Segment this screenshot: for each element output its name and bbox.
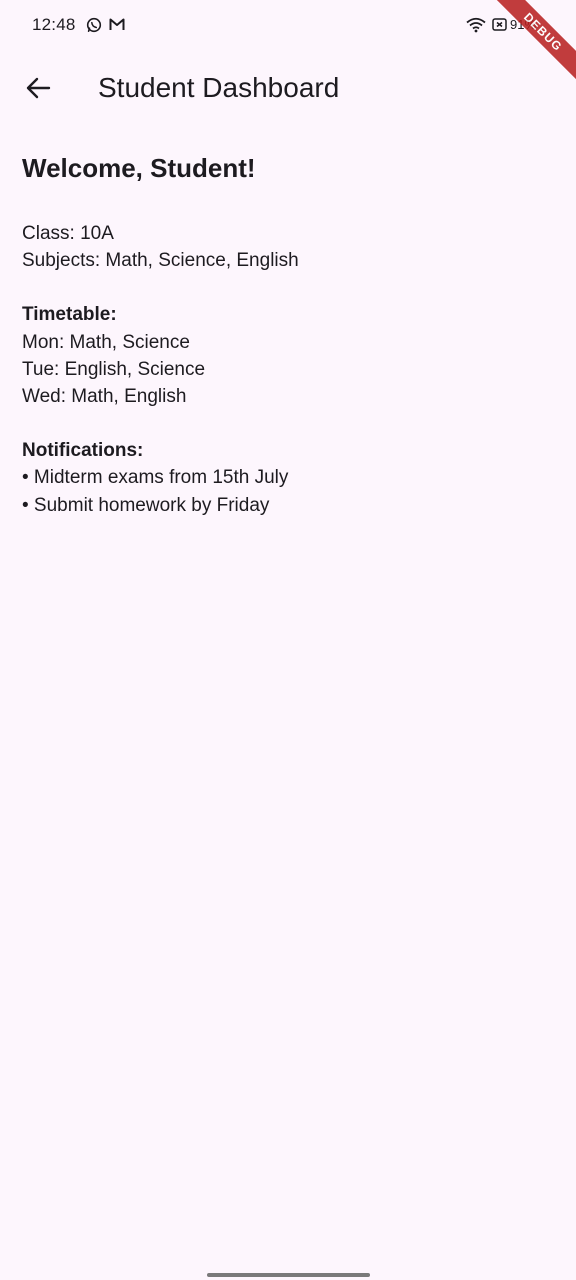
gmail-icon <box>109 18 125 36</box>
class-info: Class: 10A <box>22 223 114 244</box>
timetable-row: Tue: English, Science <box>22 358 206 380</box>
whatsapp-icon <box>86 17 102 38</box>
timetable-heading: Timetable: <box>22 304 117 326</box>
notification-item: • Midterm exams from 15th July <box>22 467 289 489</box>
student-dashboard-screen: 12:48 DEBUG Student Dashboard Welcome, S… <box>0 0 576 1280</box>
arrow-left-icon <box>25 76 51 105</box>
app-bar: Student Dashboard <box>0 50 576 128</box>
status-time: 12:48 <box>32 15 76 34</box>
welcome-heading: Welcome, Student! <box>22 153 256 183</box>
timetable-row: Mon: Math, Science <box>22 331 190 353</box>
status-bar: 12:48 <box>0 0 576 50</box>
subjects-info: Subjects: Math, Science, English <box>22 250 299 272</box>
gesture-navigation-bar[interactable] <box>207 1273 370 1277</box>
page-title: Student Dashboard <box>98 72 340 103</box>
notifications-heading: Notifications: <box>22 440 144 462</box>
battery-saver-icon <box>492 18 507 36</box>
dashboard-content: Welcome, Student! Class: 10A Subjects: M… <box>22 150 552 519</box>
wifi-icon <box>466 17 486 38</box>
back-button[interactable] <box>14 66 62 114</box>
timetable-row: Wed: Math, English <box>22 386 187 408</box>
notification-item: • Submit homework by Friday <box>22 494 270 516</box>
